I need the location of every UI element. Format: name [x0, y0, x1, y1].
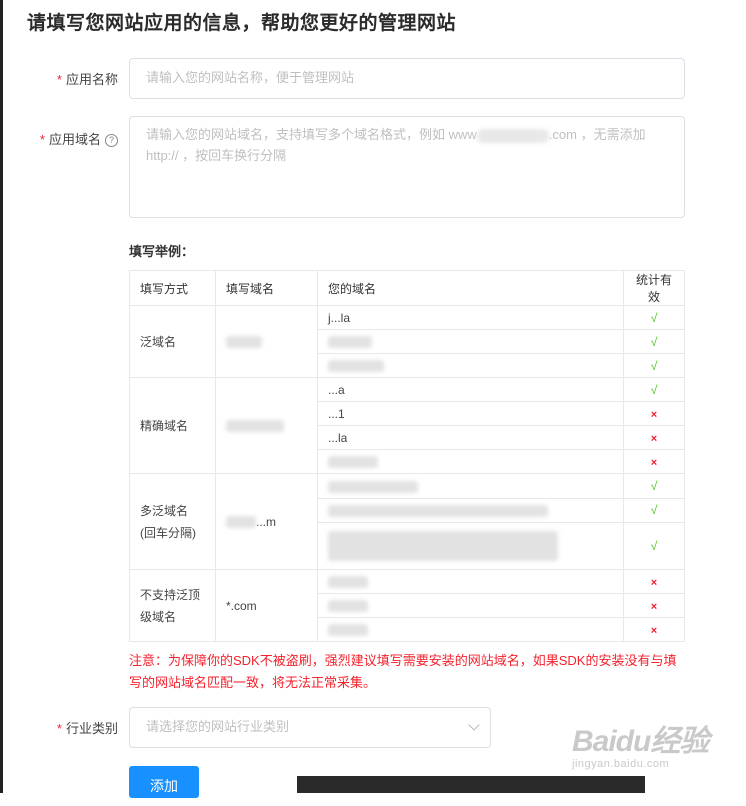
valid-cell: √	[623, 522, 685, 570]
valid-cell: ×	[623, 593, 685, 618]
page-title: 请填写您网站应用的信息，帮助您更好的管理网站	[27, 13, 457, 34]
valid-cell: ×	[623, 617, 685, 642]
yours-cell	[317, 569, 624, 594]
valid-cell: ×	[623, 425, 685, 450]
required-mark: *	[56, 72, 62, 87]
required-mark: *	[56, 721, 62, 736]
valid-cell: √	[623, 329, 685, 354]
check-icon: √	[650, 478, 658, 493]
check-icon: √	[650, 503, 658, 518]
redacted-blur	[226, 336, 262, 349]
table-row: 多泛域名 (回车分隔) ...m √	[129, 473, 685, 570]
redacted-blur	[328, 505, 548, 518]
table-row: 精确域名 ...a √	[129, 377, 685, 474]
redacted-blur	[328, 576, 368, 589]
yours-cell: j...la	[317, 305, 624, 330]
method-cell: 不支持泛顶 级域名	[129, 569, 216, 642]
yours-cell	[317, 497, 624, 523]
app-name-input[interactable]: 请输入您的网站名称，便于管理网站	[129, 58, 685, 99]
dark-overlay-bar	[297, 776, 645, 793]
valid-cell: ×	[623, 569, 685, 594]
industry-label: * 行业类别	[56, 721, 118, 736]
col-header-domain: 填写域名	[215, 270, 318, 306]
redacted-blur	[328, 360, 384, 373]
check-icon: √	[650, 358, 658, 373]
cross-icon: ×	[650, 456, 658, 469]
app-domain-label: * 应用域名?	[8, 129, 118, 148]
valid-cell: √	[623, 377, 685, 402]
redacted-blur	[226, 420, 284, 433]
redacted-blur	[328, 336, 372, 349]
yours-cell	[317, 617, 624, 642]
redacted-blur	[328, 531, 558, 561]
app-domain-placeholder: 请输入您的网站域名，支持填写多个域名格式，例如 www .com ，无需添加 htt…	[146, 127, 646, 163]
check-icon: √	[650, 382, 658, 397]
yours-cell: ...a	[317, 377, 624, 402]
app-domain-textarea[interactable]: 请输入您的网站域名，支持填写多个域名格式，例如 www .com ，无需添加 htt…	[129, 116, 685, 218]
valid-cell: √	[623, 305, 685, 330]
required-mark: *	[39, 132, 45, 147]
domain-cell: ...m	[215, 473, 318, 570]
baidu-jingyan-watermark: Baidu经验 jingyan.baidu.com	[572, 716, 732, 776]
add-button[interactable]: 添加	[129, 766, 199, 798]
table-row: 泛域名 j...la √	[129, 305, 685, 378]
check-icon: √	[650, 334, 658, 349]
redacted-blur	[328, 624, 368, 637]
cross-icon: ×	[650, 432, 658, 445]
valid-cell: ×	[623, 449, 685, 474]
cross-icon: ×	[650, 576, 658, 589]
domain-cell: *.com	[215, 569, 318, 642]
window-left-edge	[0, 0, 3, 793]
valid-cell: √	[623, 497, 685, 523]
method-cell: 多泛域名 (回车分隔)	[129, 473, 216, 570]
valid-cell: √	[623, 353, 685, 378]
redacted-blur	[328, 456, 378, 469]
domain-cell	[215, 305, 318, 378]
redacted-blur	[226, 516, 256, 529]
app-name-label: * 应用名称	[56, 72, 118, 87]
examples-table: 填写方式 填写域名 您的域名 统计有效 泛域名 j...la √ √ √ 精确域…	[129, 270, 685, 642]
yours-cell	[317, 353, 624, 378]
cross-icon: ×	[650, 600, 658, 613]
yours-cell	[317, 449, 624, 474]
valid-cell: √	[623, 473, 685, 499]
redacted-blur	[328, 600, 368, 613]
cross-icon: ×	[650, 408, 658, 421]
yours-cell	[317, 593, 624, 618]
industry-placeholder: 请选择您的网站行业类别	[146, 719, 290, 734]
redacted-blur	[328, 480, 418, 493]
table-header-row: 填写方式 填写域名 您的域名 统计有效	[129, 270, 685, 306]
yours-cell: ...la	[317, 425, 624, 450]
chevron-down-icon	[468, 719, 480, 731]
question-circle-icon[interactable]: ?	[105, 134, 118, 147]
col-header-valid: 统计有效	[623, 270, 685, 306]
app-name-placeholder: 请输入您的网站名称，便于管理网站	[146, 70, 355, 85]
valid-cell: ×	[623, 401, 685, 426]
yours-cell: ...1	[317, 401, 624, 426]
yours-cell	[317, 329, 624, 354]
cross-icon: ×	[650, 624, 658, 637]
yours-cell	[317, 522, 624, 570]
col-header-yours: 您的域名	[317, 270, 624, 306]
col-header-method: 填写方式	[129, 270, 216, 306]
check-icon: √	[650, 539, 658, 553]
check-icon: √	[650, 310, 658, 325]
table-row: 不支持泛顶 级域名 *.com ×	[129, 569, 685, 642]
industry-select[interactable]: 请选择您的网站行业类别	[129, 707, 491, 748]
domain-cell	[215, 377, 318, 474]
examples-title: 填写举例：	[129, 244, 195, 259]
yours-cell	[317, 473, 624, 499]
method-cell: 泛域名	[129, 305, 216, 378]
sdk-warning-text: 注意：为保障你的SDK不被盗刷，强烈建议填写需要安装的网站域名，如果SDK的安装…	[129, 653, 677, 690]
method-cell: 精确域名	[129, 377, 216, 474]
watermark-logo: Baidu经验	[572, 725, 709, 758]
redacted-blur	[476, 128, 549, 143]
